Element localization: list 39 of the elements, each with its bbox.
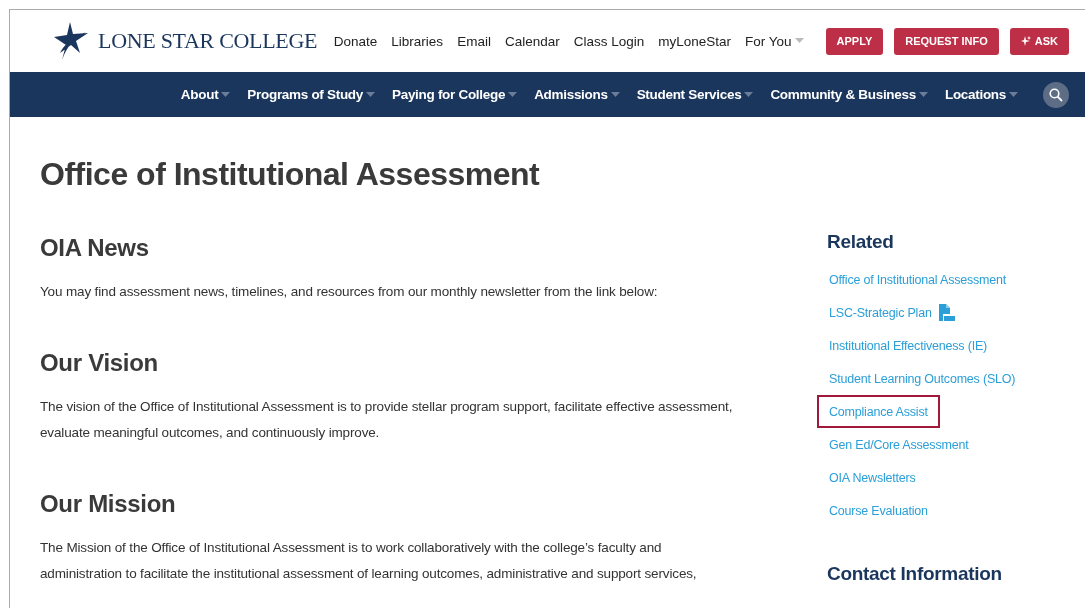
utility-link[interactable]: Class Login: [573, 33, 645, 49]
nav-link[interactable]: Community & Business: [770, 87, 928, 102]
nav-link[interactable]: About: [180, 87, 231, 102]
action-button[interactable]: APPLY: [825, 27, 884, 55]
utility-link[interactable]: Calendar: [504, 33, 560, 49]
sidebar-heading: Contact Information: [827, 562, 1003, 586]
section-heading: Our Mission: [40, 489, 177, 519]
ask-button[interactable]: ASK: [1009, 27, 1069, 55]
caret-icon: [508, 91, 518, 98]
caret-icon: [366, 91, 375, 98]
utility-link[interactable]: Libraries: [391, 33, 444, 49]
utility-link[interactable]: myLoneStar: [658, 33, 732, 49]
caret-icon: [794, 38, 804, 44]
caret-icon: [221, 91, 231, 98]
caret-icon: [1009, 91, 1018, 98]
search-icon: [1049, 87, 1063, 102]
nav-link[interactable]: Programs of Study: [247, 87, 375, 102]
paragraph: You may find assessment news, timelines, and resources from our monthly newsletter from the link below:: [40, 283, 659, 301]
caret-icon: [610, 91, 620, 98]
nav-link[interactable]: Admissions: [534, 87, 620, 102]
sidebar-heading: Related: [827, 230, 895, 254]
caret-icon: [918, 91, 928, 98]
utility-link[interactable]: Email: [457, 33, 491, 49]
pdf-file-icon: [937, 303, 955, 322]
section-heading: Our Vision: [40, 348, 159, 378]
sparkle-icon: [1020, 36, 1031, 46]
action-button[interactable]: REQUEST INFO: [894, 27, 999, 55]
section-heading: OIA News: [40, 233, 150, 263]
paragraph: The Mission of the Office of Institutional Assessment is to work collaboratively with the college’s faculty and administration to facilitate the institutional assessment of learning outcomes, administrative and support services,: [40, 539, 698, 583]
nav-link[interactable]: Locations: [944, 87, 1018, 102]
search-button[interactable]: [1043, 81, 1069, 108]
utility-link[interactable]: Donate: [333, 33, 378, 49]
utility-link[interactable]: For You: [745, 33, 804, 49]
nav-link[interactable]: Paying for College: [392, 87, 518, 102]
paragraph: The vision of the Office of Institutional Assessment is to provide stellar program support, facilitate effective assessment, evaluate meaningful outcomes, and continuously improve.: [40, 398, 734, 442]
page-title: Office of Institutional Assessment: [40, 155, 541, 194]
logo-text: LONE STAR COLLEGE: [98, 28, 318, 54]
nav-link[interactable]: Student Services: [636, 87, 754, 102]
caret-icon: [744, 91, 754, 98]
